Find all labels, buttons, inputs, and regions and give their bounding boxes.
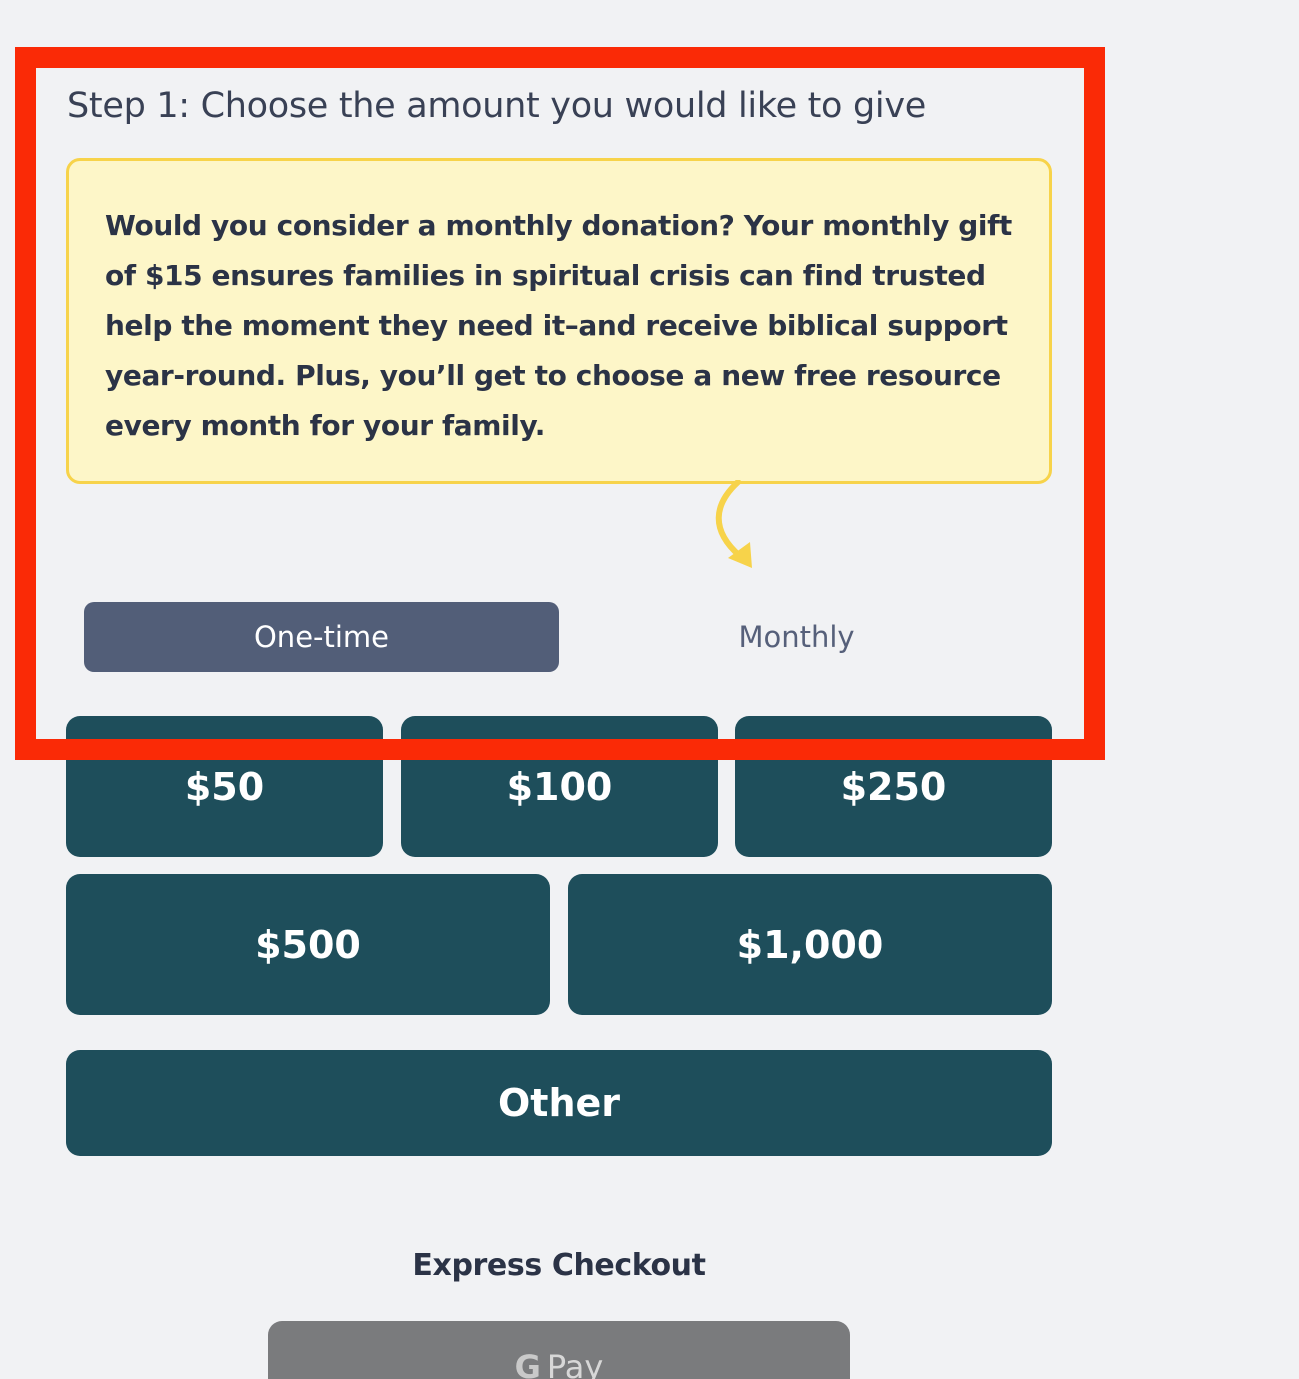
amount-250-button[interactable]: $250: [735, 716, 1052, 857]
amount-other-button[interactable]: Other: [66, 1050, 1052, 1156]
step-title: Step 1: Choose the amount you would like…: [67, 86, 926, 126]
monthly-callout: Would you consider a monthly donation? Y…: [66, 158, 1052, 484]
gpay-label: Pay: [546, 1348, 604, 1379]
amount-500-button[interactable]: $500: [66, 874, 550, 1015]
one-time-toggle[interactable]: One-time: [84, 602, 559, 672]
donation-page: Step 1: Choose the amount you would like…: [0, 0, 1299, 1379]
amount-100-button[interactable]: $100: [401, 716, 718, 857]
express-checkout-label: Express Checkout: [412, 1248, 706, 1283]
monthly-toggle[interactable]: Monthly: [559, 602, 1034, 672]
amount-50-button[interactable]: $50: [66, 716, 383, 857]
callout-text: Would you consider a monthly donation? Y…: [105, 209, 1012, 442]
google-g-icon: G: [514, 1348, 541, 1379]
frequency-toggle: One-time Monthly: [84, 602, 1034, 672]
amount-1000-button[interactable]: $1,000: [568, 874, 1052, 1015]
curved-arrow-down-icon: [715, 480, 752, 568]
google-pay-button[interactable]: G Pay: [268, 1321, 850, 1379]
